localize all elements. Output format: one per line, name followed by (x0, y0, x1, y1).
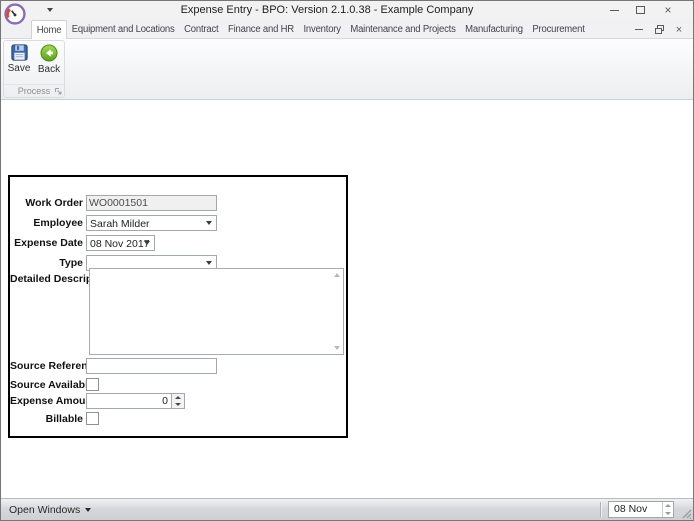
employee-label: Employee (33, 217, 83, 229)
tab-procurement[interactable]: Procurement (528, 20, 590, 39)
minimize-button[interactable] (603, 2, 625, 18)
source-available-label: Source Available (10, 379, 94, 391)
open-windows-dropdown[interactable]: Open Windows (9, 499, 92, 520)
window-title: Expense Entry - BPO: Version 2.1.0.38 - … (180, 4, 474, 16)
tab-equipment-and-locations[interactable]: Equipment and Locations (67, 20, 179, 39)
employee-value: Sarah Milder (90, 218, 150, 230)
expense-entry-form: Work Order Employee Sarah Milder Expense… (8, 175, 348, 438)
expense-amount-input[interactable] (87, 394, 184, 408)
expense-date-picker[interactable]: 08 Nov 2017 (86, 235, 155, 251)
expense-amount-label: Expense Amount (10, 395, 96, 407)
quick-access-dropdown-icon[interactable] (47, 8, 53, 12)
expense-amount-field[interactable] (86, 393, 185, 409)
billable-label: Billable (45, 413, 83, 425)
work-order-input[interactable] (87, 196, 216, 210)
source-reference-field[interactable] (86, 358, 217, 374)
employee-combobox[interactable]: Sarah Milder (86, 215, 217, 231)
close-button[interactable]: × (657, 2, 679, 18)
open-windows-label: Open Windows (9, 503, 81, 516)
scroll-up-icon[interactable] (334, 273, 340, 277)
mdi-restore-button[interactable] (651, 23, 667, 37)
statusbar-date-editor[interactable]: 08 Nov 2017 (608, 501, 674, 520)
back-arrow-icon (40, 44, 58, 62)
ribbon-group-buttons: Save Back (4, 42, 64, 86)
expense-date-label: Expense Date (14, 237, 83, 249)
mdi-client-area: Work Order Employee Sarah Milder Expense… (1, 100, 693, 498)
mdi-minimize-button[interactable] (631, 23, 647, 37)
back-button[interactable]: Back (34, 42, 64, 86)
back-button-label: Back (37, 64, 61, 75)
scroll-down-icon[interactable] (334, 346, 340, 350)
employee-dropdown-icon[interactable] (203, 217, 215, 229)
save-button-label: Save (7, 63, 31, 74)
resize-grip[interactable] (679, 506, 692, 519)
source-available-checkbox[interactable] (86, 378, 99, 391)
mdi-restore-icon (654, 25, 664, 34)
billable-checkbox[interactable] (86, 412, 99, 425)
detailed-description-input[interactable] (90, 269, 343, 354)
app-logo-icon[interactable] (4, 3, 26, 25)
statusbar-separator (600, 502, 601, 517)
title-bar: Expense Entry - BPO: Version 2.1.0.38 - … (1, 1, 693, 19)
work-order-label: Work Order (25, 197, 83, 209)
tab-contract[interactable]: Contract (179, 20, 223, 39)
group-dialog-launcher-icon[interactable] (54, 87, 63, 96)
date-spin-up-button[interactable] (663, 502, 673, 510)
save-floppy-icon (10, 44, 28, 61)
tab-finance-and-hr[interactable]: Finance and HR (223, 20, 298, 39)
minimize-icon (609, 9, 619, 11)
spin-down-button[interactable] (172, 401, 184, 408)
detailed-description-label: Detailed Description (10, 273, 112, 285)
mdi-close-icon: × (675, 23, 683, 36)
tab-maintenance-and-projects[interactable]: Maintenance and Projects (346, 20, 461, 39)
tab-sales[interactable]: Sales (589, 20, 593, 39)
maximize-button[interactable] (629, 2, 651, 18)
status-bar: Open Windows 08 Nov 2017 (1, 498, 693, 520)
app-window: Expense Entry - BPO: Version 2.1.0.38 - … (0, 0, 694, 521)
maximize-icon (635, 6, 645, 14)
date-spin-down-button[interactable] (663, 509, 673, 517)
close-icon: × (664, 3, 672, 17)
tab-manufacturing[interactable]: Manufacturing (460, 20, 527, 39)
ribbon-tabstrip: Home Equipment and Locations Contract Fi… (31, 19, 593, 39)
expense-date-dropdown-icon[interactable] (141, 237, 153, 249)
detailed-description-field[interactable] (89, 268, 344, 355)
work-order-field[interactable] (86, 195, 217, 211)
open-windows-arrow-icon (85, 507, 92, 512)
tab-home[interactable]: Home (31, 20, 67, 39)
mdi-minimize-icon (635, 29, 643, 30)
mdi-window-controls: × (631, 22, 687, 37)
save-button[interactable]: Save (4, 42, 34, 86)
statusbar-date-spinner (662, 502, 673, 517)
spin-up-button[interactable] (172, 394, 184, 401)
source-reference-label: Source Reference (10, 360, 100, 372)
mdi-close-button[interactable]: × (671, 23, 687, 37)
tab-inventory[interactable]: Inventory (299, 20, 346, 39)
ribbon: Save Back Process (1, 39, 693, 100)
expense-amount-spinner (171, 394, 184, 408)
source-reference-input[interactable] (87, 359, 216, 373)
type-value (87, 256, 216, 257)
ribbon-group-process: Save Back Process (3, 40, 65, 98)
ribbon-tab-row: Home Equipment and Locations Contract Fi… (1, 19, 693, 39)
